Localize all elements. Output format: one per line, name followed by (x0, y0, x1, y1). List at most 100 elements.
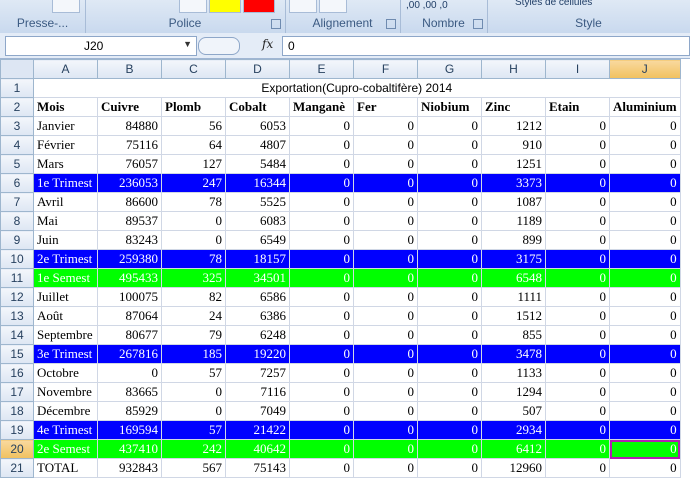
number-format-buttons[interactable]: ,00 ,00 ,0 (406, 0, 448, 11)
row-header[interactable]: 20 (0, 439, 34, 459)
value-cell[interactable]: 0 (417, 135, 482, 155)
label-cell[interactable]: Novembre (33, 382, 98, 402)
label-cell[interactable]: TOTAL (33, 458, 98, 478)
value-cell[interactable]: 0 (353, 268, 418, 288)
header-cell[interactable]: Zinc (481, 97, 546, 117)
value-cell[interactable]: 0 (417, 420, 482, 440)
sheet-title[interactable]: Exportation(Cupro-cobaltifère) 2014 (33, 78, 681, 98)
value-cell[interactable]: 89537 (97, 211, 162, 231)
row-header[interactable]: 10 (0, 249, 34, 269)
value-cell[interactable]: 4807 (225, 135, 290, 155)
value-cell[interactable]: 6053 (225, 116, 290, 136)
value-cell[interactable]: 0 (609, 363, 681, 383)
header-cell[interactable]: Niobium (417, 97, 482, 117)
number-dialog-launcher-icon[interactable] (473, 19, 483, 29)
value-cell[interactable]: 0 (289, 192, 354, 212)
row-header[interactable]: 18 (0, 401, 34, 421)
value-cell[interactable]: 100075 (97, 287, 162, 307)
row-header[interactable]: 14 (0, 325, 34, 345)
value-cell[interactable]: 0 (545, 211, 610, 231)
value-cell[interactable]: 0 (545, 458, 610, 478)
column-header-d[interactable]: D (225, 59, 290, 79)
value-cell[interactable]: 0 (417, 306, 482, 326)
value-cell[interactable]: 0 (417, 173, 482, 193)
column-header-c[interactable]: C (161, 59, 226, 79)
value-cell[interactable]: 0 (609, 173, 681, 193)
value-cell[interactable]: 0 (545, 135, 610, 155)
value-cell[interactable]: 0 (289, 439, 354, 459)
value-cell[interactable]: 18157 (225, 249, 290, 269)
value-cell[interactable]: 0 (97, 363, 162, 383)
value-cell[interactable]: 1512 (481, 306, 546, 326)
value-cell[interactable]: 0 (609, 306, 681, 326)
value-cell[interactable]: 0 (609, 458, 681, 478)
value-cell[interactable]: 19220 (225, 344, 290, 364)
insert-function-icon[interactable]: fx (262, 37, 273, 51)
value-cell[interactable]: 0 (289, 458, 354, 478)
label-cell[interactable]: Août (33, 306, 98, 326)
value-cell[interactable]: 0 (417, 230, 482, 250)
value-cell[interactable]: 0 (289, 249, 354, 269)
value-cell[interactable]: 0 (353, 211, 418, 231)
value-cell[interactable]: 3478 (481, 344, 546, 364)
value-cell[interactable]: 267816 (97, 344, 162, 364)
outdent-button[interactable] (319, 0, 347, 13)
value-cell[interactable]: 1212 (481, 116, 546, 136)
value-cell[interactable]: 0 (545, 116, 610, 136)
label-cell[interactable]: Septembre (33, 325, 98, 345)
value-cell[interactable]: 567 (161, 458, 226, 478)
value-cell[interactable]: 0 (353, 173, 418, 193)
value-cell[interactable]: 0 (161, 230, 226, 250)
value-cell[interactable]: 0 (545, 401, 610, 421)
value-cell[interactable]: 0 (289, 363, 354, 383)
row-header[interactable]: 3 (0, 116, 34, 136)
value-cell[interactable]: 0 (161, 382, 226, 402)
value-cell[interactable]: 1133 (481, 363, 546, 383)
value-cell[interactable]: 0 (353, 382, 418, 402)
value-cell[interactable]: 21422 (225, 420, 290, 440)
value-cell[interactable]: 0 (289, 401, 354, 421)
value-cell[interactable]: 1251 (481, 154, 546, 174)
label-cell[interactable]: Avril (33, 192, 98, 212)
column-header-h[interactable]: H (481, 59, 546, 79)
value-cell[interactable]: 437410 (97, 439, 162, 459)
value-cell[interactable]: 5484 (225, 154, 290, 174)
row-header[interactable]: 6 (0, 173, 34, 193)
value-cell[interactable]: 7116 (225, 382, 290, 402)
value-cell[interactable]: 5525 (225, 192, 290, 212)
label-cell[interactable]: Juin (33, 230, 98, 250)
column-header-g[interactable]: G (417, 59, 482, 79)
header-cell[interactable]: Cuivre (97, 97, 162, 117)
value-cell[interactable]: 40642 (225, 439, 290, 459)
column-header-e[interactable]: E (289, 59, 354, 79)
value-cell[interactable]: 0 (353, 154, 418, 174)
value-cell[interactable]: 0 (353, 439, 418, 459)
value-cell[interactable]: 0 (545, 249, 610, 269)
value-cell[interactable]: 0 (289, 154, 354, 174)
row-header[interactable]: 5 (0, 154, 34, 174)
value-cell[interactable]: 75116 (97, 135, 162, 155)
value-cell[interactable]: 0 (609, 192, 681, 212)
value-cell[interactable]: 0 (353, 135, 418, 155)
header-cell[interactable]: Mois (33, 97, 98, 117)
value-cell[interactable]: 0 (545, 154, 610, 174)
value-cell[interactable]: 6248 (225, 325, 290, 345)
value-cell[interactable]: 932843 (97, 458, 162, 478)
value-cell[interactable]: 2934 (481, 420, 546, 440)
value-cell[interactable]: 247 (161, 173, 226, 193)
value-cell[interactable]: 0 (353, 325, 418, 345)
row-header[interactable]: 11 (0, 268, 34, 288)
label-cell[interactable]: Mars (33, 154, 98, 174)
formula-input[interactable]: 0 (282, 36, 690, 56)
value-cell[interactable]: 3175 (481, 249, 546, 269)
label-cell[interactable]: Décembre (33, 401, 98, 421)
alignment-dialog-launcher-icon[interactable] (386, 19, 396, 29)
value-cell[interactable]: 0 (161, 211, 226, 231)
value-cell[interactable]: 507 (481, 401, 546, 421)
value-cell[interactable]: 910 (481, 135, 546, 155)
value-cell[interactable]: 56 (161, 116, 226, 136)
value-cell[interactable]: 6549 (225, 230, 290, 250)
value-cell[interactable]: 0 (161, 401, 226, 421)
value-cell[interactable]: 78 (161, 249, 226, 269)
value-cell[interactable]: 0 (609, 420, 681, 440)
